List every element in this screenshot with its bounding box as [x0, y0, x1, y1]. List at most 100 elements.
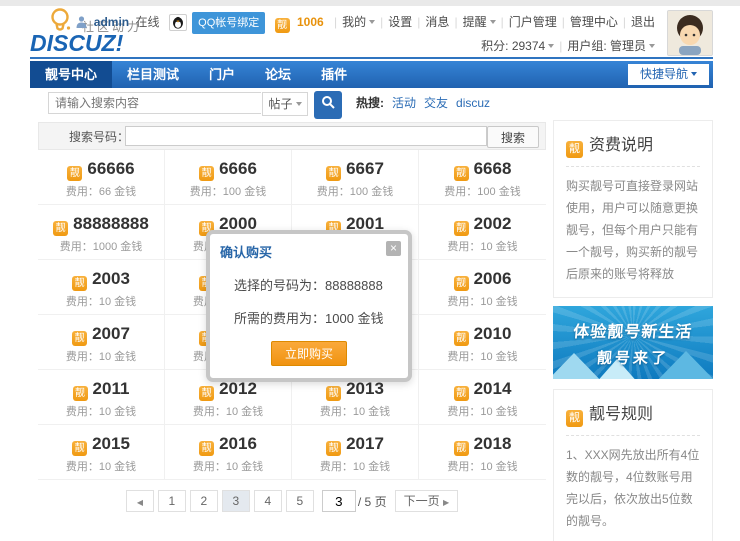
rules-card: 靓靓号规则 1、XXX网先放出所有4位数的靓号，4位数账号用完以后，依次放出5位…	[553, 389, 713, 541]
user-stat-item[interactable]: 积分: 29374	[481, 39, 555, 53]
page-button[interactable]: 4	[253, 490, 282, 512]
number-value: 2003	[92, 269, 130, 288]
number-search-bar: 搜索号码： 搜索	[38, 122, 546, 150]
number-search-button[interactable]: 搜索	[487, 126, 539, 148]
separator: |	[454, 15, 458, 29]
separator: |	[559, 39, 563, 53]
header-menu-item[interactable]: 我的	[342, 15, 376, 29]
number-value: 2017	[346, 434, 384, 453]
nav-tab[interactable]: 栏目测试	[112, 61, 194, 88]
header-menu: | 我的 | 设置 | 消息 | 提醒 | 门户管理 | 管理中心 | 退出	[329, 15, 655, 29]
promo-banner[interactable]: 体验靓号新生活 靓号来了	[553, 306, 713, 379]
hot-search-word[interactable]: 交友	[424, 96, 448, 110]
username-link[interactable]: admin	[94, 15, 129, 29]
number-fee: 费用：10 金钱	[192, 406, 264, 418]
page-button[interactable]: 3	[221, 490, 250, 512]
header-menu-item[interactable]: 消息	[425, 15, 449, 29]
hot-search-word[interactable]: 活动	[392, 96, 416, 110]
number-value: 2002	[473, 214, 512, 233]
close-icon[interactable]: ×	[386, 241, 401, 256]
nav-tab[interactable]: 插件	[306, 61, 362, 88]
number-item[interactable]: 靓 88888888 费用：1000 金钱	[38, 205, 165, 260]
separator: |	[561, 15, 565, 29]
chevron-down-icon	[489, 20, 496, 24]
number-item[interactable]: 靓 2015 费用：10 金钱	[38, 425, 165, 480]
number-item[interactable]: 靓 2016 费用：10 金钱	[165, 425, 292, 480]
prev-icon: ◀	[136, 498, 143, 507]
number-item[interactable]: 靓 2010 费用：10 金钱	[419, 315, 546, 370]
search-input[interactable]	[48, 92, 261, 114]
search-icon	[321, 96, 335, 112]
header-menu-item[interactable]: 管理中心	[570, 15, 618, 29]
number-item[interactable]: 靓 2007 费用：10 金钱	[38, 315, 165, 370]
number-item[interactable]: 靓 2017 费用：10 金钱	[292, 425, 419, 480]
number-value: 2018	[473, 434, 512, 453]
number-fee: 费用：10 金钱	[447, 461, 518, 473]
avatar[interactable]	[667, 10, 713, 56]
page-button[interactable]: 2	[189, 490, 218, 512]
online-status: 在线	[135, 15, 160, 29]
number-fee: 费用：1000 金钱	[59, 241, 143, 253]
number-item[interactable]: 靓 2002 费用：10 金钱	[419, 205, 546, 260]
number-fee: 费用：100 金钱	[316, 186, 394, 198]
number-search-input[interactable]	[125, 126, 487, 146]
required-fee-line: 所需的费用为：1000 金钱	[234, 311, 384, 326]
hot-search-word[interactable]: discuz	[456, 96, 490, 110]
pagination: ◀ 12345 / 5 页下一页 ▶	[38, 490, 546, 512]
pretty-number-badge-icon: 靓	[53, 221, 69, 236]
number-item[interactable]: 靓 66666 费用：66 金钱	[38, 150, 165, 205]
chevron-down-icon	[548, 44, 555, 48]
user-stat-item[interactable]: 用户组: 管理员	[567, 39, 655, 53]
prev-page-button[interactable]: ◀	[125, 490, 154, 512]
header-menu-item[interactable]: 提醒	[463, 15, 496, 29]
nav-tab[interactable]: 论坛	[250, 61, 306, 88]
nav-tab[interactable]: 门户	[194, 61, 250, 88]
user-row-primary: admin 在线 QQ帐号绑定 靓 1006 | 我的 | 设置 | 消息 | 提醒 | 门户管理…	[76, 12, 655, 34]
pretty-number-badge-icon: 靓	[566, 410, 583, 427]
number-item[interactable]: 靓 6668 费用：100 金钱	[419, 150, 546, 205]
number-item[interactable]: 靓 2014 费用：10 金钱	[419, 370, 546, 425]
number-fee: 费用：10 金钱	[447, 241, 518, 253]
buy-now-button[interactable]: 立即购买	[270, 341, 347, 366]
pretty-number-badge-icon: 靓	[274, 18, 290, 33]
next-page-button[interactable]: 下一页 ▶	[394, 490, 459, 512]
number-item[interactable]: 靓 2003 费用：10 金钱	[38, 260, 165, 315]
rule-item: 1、XXX网先放出所有4位数的靓号，4位数账号用完以后，依次放出5位数的靓号。	[566, 448, 700, 528]
site-search-row: 帖子 热搜: 活动交友 discuz	[30, 88, 713, 119]
nav-tab[interactable]: 靓号中心	[30, 61, 113, 88]
page-button[interactable]: 1	[157, 490, 186, 512]
page-button[interactable]: 5	[285, 490, 314, 512]
pretty-number-badge-icon: 靓	[326, 166, 342, 181]
number-item[interactable]: 靓 2018 费用：10 金钱	[419, 425, 546, 480]
header-menu-item[interactable]: 设置	[388, 15, 412, 29]
number-item[interactable]: 靓 6667 费用：100 金钱	[292, 150, 419, 205]
selected-number-value: 88888888	[325, 278, 383, 293]
number-item[interactable]: 靓 6666 费用：100 金钱	[165, 150, 292, 205]
search-type-select[interactable]: 帖子	[262, 92, 308, 116]
banner-subline: 靓号来了	[596, 350, 670, 367]
number-item[interactable]: 靓 2011 费用：10 金钱	[38, 370, 165, 425]
separator: |	[622, 15, 626, 29]
page: 社区动力 DISCUZ! admin 在线 QQ帐号绑定 靓 1006 | 我的…	[0, 0, 740, 541]
next-icon: ▶	[442, 498, 450, 507]
number-value: 2007	[92, 324, 130, 343]
page-input[interactable]	[321, 490, 356, 512]
header-menu-item[interactable]: 退出	[631, 15, 655, 29]
number-value: 2006	[473, 269, 512, 288]
pretty-number-badge-icon: 靓	[453, 441, 469, 456]
pretty-number-badge-icon: 靓	[199, 386, 215, 401]
quick-nav-button[interactable]: 快捷导航	[627, 64, 709, 85]
number-value: 2016	[219, 434, 257, 453]
number-fee: 费用：10 金钱	[65, 296, 137, 308]
nav-tabs: 靓号中心 栏目测试 门户 论坛 插件	[30, 61, 362, 88]
number-value: 6666	[219, 159, 257, 178]
number-value: 2010	[473, 324, 512, 343]
search-button[interactable]	[314, 91, 342, 119]
separator: |	[500, 15, 504, 29]
number-fee: 费用：10 金钱	[447, 351, 518, 363]
qq-bind-button[interactable]: QQ帐号绑定	[192, 12, 266, 34]
pretty-number-badge-icon: 靓	[199, 441, 215, 456]
number-item[interactable]: 靓 2006 费用：10 金钱	[419, 260, 546, 315]
header-menu-item[interactable]: 门户管理	[509, 15, 557, 29]
pretty-number-count[interactable]: 1006	[297, 15, 324, 29]
